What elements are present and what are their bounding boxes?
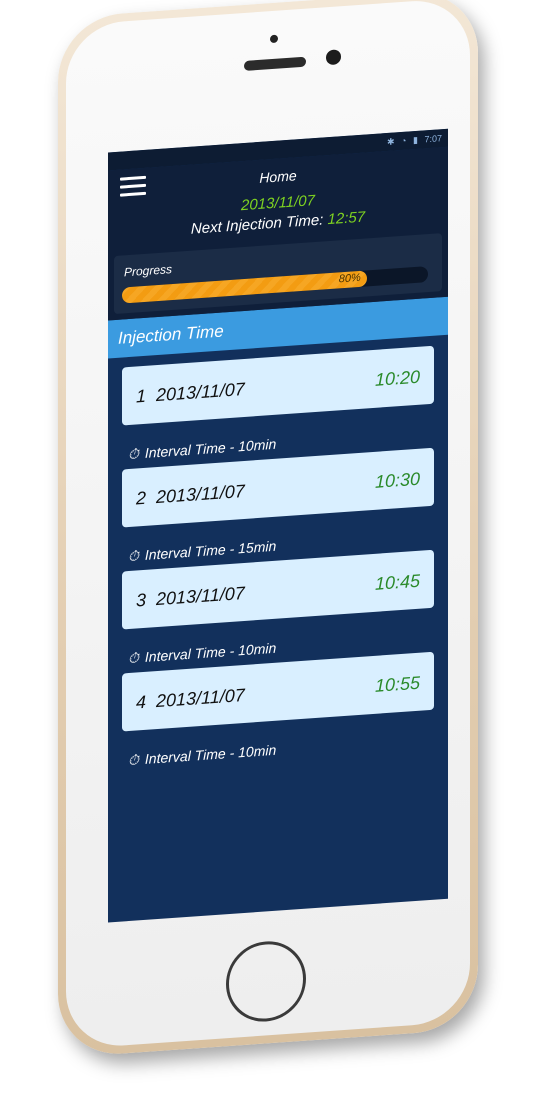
status-time: 7:07 xyxy=(424,133,442,145)
injection-time: 10:20 xyxy=(374,366,420,390)
front-sensor xyxy=(270,34,278,44)
progress-label: Progress xyxy=(124,262,173,280)
injection-number: 1 xyxy=(136,385,147,407)
list-item[interactable]: 1 2013/11/07 10:20 xyxy=(122,345,434,426)
earpiece-speaker xyxy=(244,56,306,71)
injection-number: 2 xyxy=(136,487,147,509)
injection-time: 10:45 xyxy=(374,570,420,594)
next-injection-time: 12:57 xyxy=(327,208,366,229)
timer-icon: ⏱ xyxy=(128,445,139,463)
signal-icon: ▮ xyxy=(413,134,418,146)
interval-row: ⏱ Interval Time - 10min xyxy=(122,724,434,776)
front-camera xyxy=(326,49,341,66)
interval-text: Interval Time - 15min xyxy=(144,537,277,563)
timer-icon: ⏱ xyxy=(128,649,139,667)
app-screen: ✱ ◔ ▮ 7:07 Home 2013/11/07 Next Injectio… xyxy=(108,128,448,923)
interval-text: Interval Time - 10min xyxy=(144,741,277,767)
injection-date: 2013/11/07 xyxy=(156,582,245,610)
injection-date: 2013/11/07 xyxy=(156,684,245,712)
injection-card[interactable]: 1 2013/11/07 10:20 xyxy=(122,345,434,426)
phone-shell: ✱ ◔ ▮ 7:07 Home 2013/11/07 Next Injectio… xyxy=(58,0,498,1098)
bluetooth-icon: ✱ xyxy=(386,136,395,147)
injection-number: 4 xyxy=(136,691,147,713)
injection-list: 1 2013/11/07 10:20 ⏱ Interval Time - 10mi… xyxy=(108,335,448,777)
injection-number: 3 xyxy=(136,589,147,611)
wifi-icon: ◔ xyxy=(401,135,407,147)
timer-icon: ⏱ xyxy=(128,751,139,769)
progress-value: 80% xyxy=(338,271,361,286)
injection-time: 10:55 xyxy=(374,672,420,696)
timer-icon: ⏱ xyxy=(128,547,139,565)
home-button[interactable] xyxy=(226,938,306,1025)
interval-text: Interval Time - 10min xyxy=(144,435,277,461)
injection-date: 2013/11/07 xyxy=(156,378,245,406)
injection-date: 2013/11/07 xyxy=(156,480,245,508)
injection-time: 10:30 xyxy=(374,468,420,492)
interval-text: Interval Time - 10min xyxy=(144,639,277,665)
header: Home 2013/11/07 Next Injection Time: 12:… xyxy=(108,146,448,321)
phone-face: ✱ ◔ ▮ 7:07 Home 2013/11/07 Next Injectio… xyxy=(66,0,470,1050)
phone: ✱ ◔ ▮ 7:07 Home 2013/11/07 Next Injectio… xyxy=(0,0,534,1094)
